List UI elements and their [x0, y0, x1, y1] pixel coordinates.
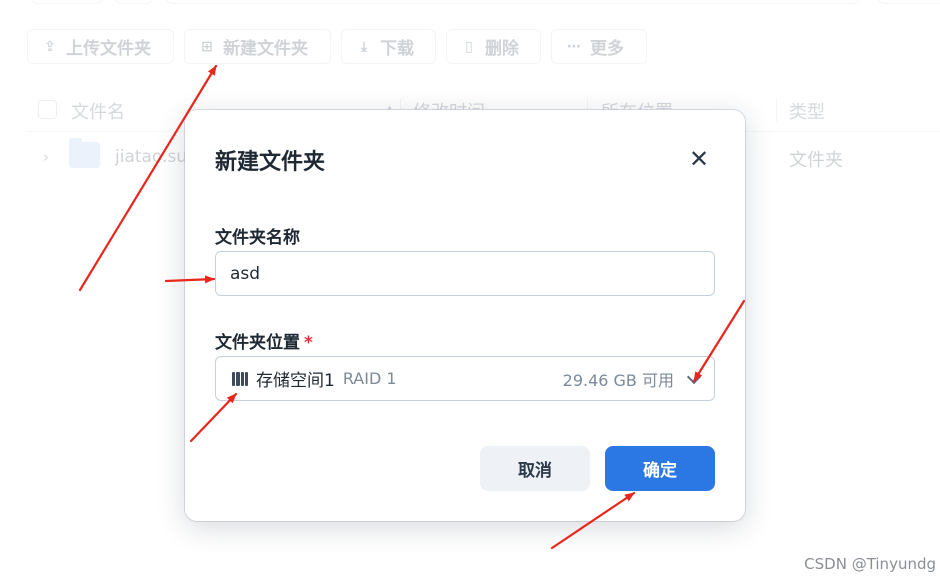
folder-icon — [69, 138, 100, 168]
folder-name-label: 文件夹名称 — [215, 228, 300, 248]
storage-free-space: 29.46 GB 可用 — [562, 370, 674, 390]
folder-location-label-text: 文件夹位置 — [215, 333, 300, 353]
close-icon[interactable]: ✕ — [686, 147, 712, 173]
upload-folder-button[interactable]: ⇪ 上传文件夹 — [27, 29, 174, 64]
new-folder-dialog: 新建文件夹 ✕ 文件夹名称 文件夹位置* 存储空间1 RAID 1 29.46 … — [185, 110, 745, 521]
upload-folder-label: 上传文件夹 — [66, 39, 151, 59]
folder-location-select[interactable]: 存储空间1 RAID 1 29.46 GB 可用 — [215, 356, 715, 401]
new-folder-label: 新建文件夹 — [223, 39, 308, 59]
page: ⇪ 上传文件夹 ⊞ 新建文件夹 ⤓ 下载 ▯ 删除 ⋯ 更多 文件名 ▲ 类型 … — [0, 0, 940, 581]
row-type: 文件夹 — [789, 150, 843, 171]
required-mark: * — [304, 333, 313, 353]
more-icon: ⋯ — [567, 38, 581, 55]
column-type[interactable]: 类型 — [789, 98, 825, 124]
storage-icon — [232, 371, 248, 386]
new-folder-button[interactable]: ⊞ 新建文件夹 — [184, 29, 331, 64]
chevron-down-icon[interactable] — [686, 371, 702, 387]
toolbar: ⇪ 上传文件夹 ⊞ 新建文件夹 ⤓ 下载 ▯ 删除 ⋯ 更多 — [27, 29, 647, 64]
folder-name-input[interactable] — [215, 251, 715, 296]
folder-location-label: 文件夹位置 * — [215, 328, 313, 353]
trash-icon: ▯ — [465, 38, 473, 55]
storage-name: 存储空间1 — [256, 371, 335, 391]
cancel-button[interactable]: 取消 — [480, 446, 590, 491]
select-all-checkbox[interactable] — [38, 100, 57, 119]
download-label: 下载 — [380, 39, 414, 59]
column-filename[interactable]: 文件名 — [71, 98, 125, 124]
dialog-title: 新建文件夹 — [215, 150, 326, 175]
watermark: CSDN @Tinyundg — [804, 555, 936, 573]
delete-button[interactable]: ▯ 删除 — [446, 29, 541, 64]
download-button[interactable]: ⤓ 下载 — [341, 29, 436, 64]
more-button[interactable]: ⋯ 更多 — [551, 29, 647, 64]
upload-icon: ⇪ — [44, 38, 56, 55]
download-icon: ⤓ — [360, 38, 368, 55]
storage-raid: RAID 1 — [342, 369, 397, 388]
expand-chevron-icon[interactable]: › — [43, 148, 49, 166]
delete-label: 删除 — [485, 39, 519, 59]
top-bar-fragments — [0, 0, 940, 4]
new-folder-icon: ⊞ — [201, 38, 213, 55]
confirm-button[interactable]: 确定 — [605, 446, 715, 491]
more-label: 更多 — [590, 39, 624, 59]
